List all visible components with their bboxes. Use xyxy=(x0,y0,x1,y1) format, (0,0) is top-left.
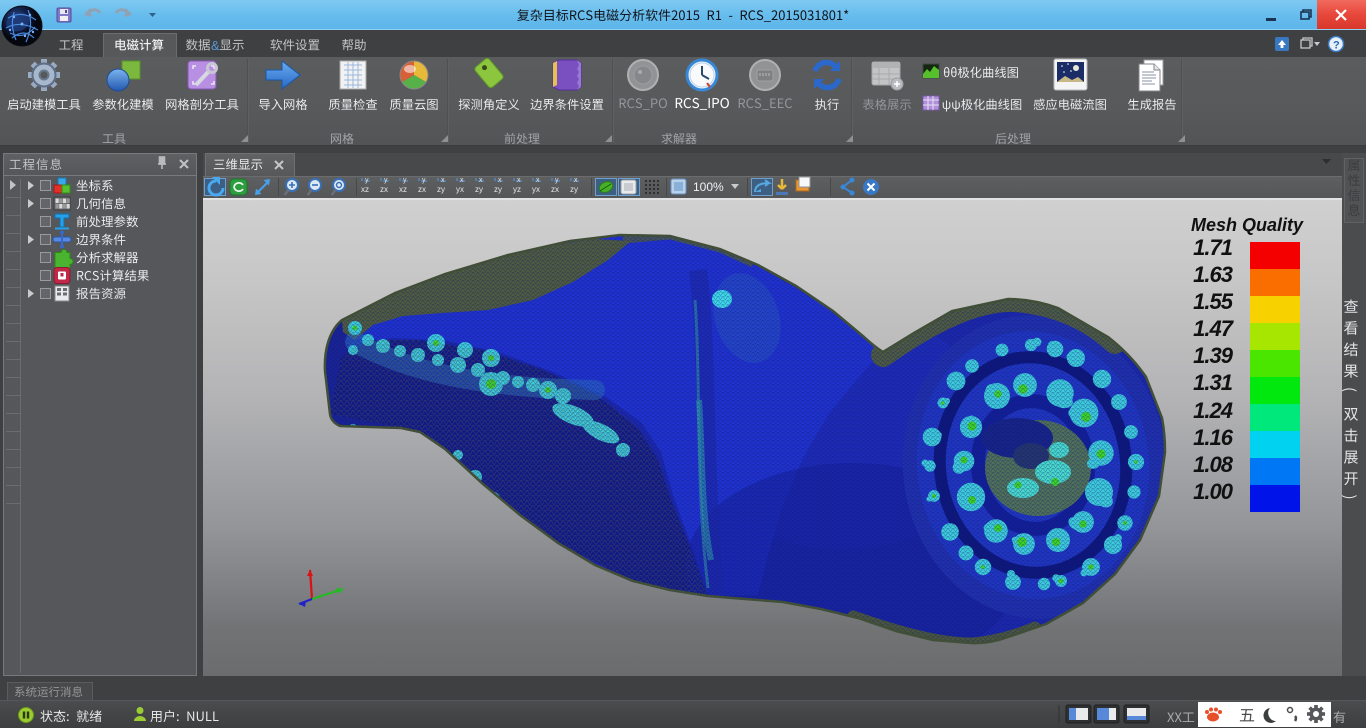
svg-text:100%: 100% xyxy=(693,180,724,194)
svg-text:zy: zy xyxy=(570,185,578,194)
svg-text:x: x xyxy=(441,177,445,184)
svg-text:zy: zy xyxy=(475,185,483,194)
svg-text:zy: zy xyxy=(494,185,502,194)
svg-text:yz: yz xyxy=(513,185,521,194)
svg-text:?: ? xyxy=(1333,40,1340,52)
svg-text:x: x xyxy=(460,177,464,184)
svg-text:x: x xyxy=(498,177,502,184)
svg-text:y: y xyxy=(384,177,388,184)
svg-text:y: y xyxy=(365,177,369,184)
svg-text:x: x xyxy=(574,177,578,184)
svg-text:&: & xyxy=(211,38,220,53)
svg-text:zx: zx xyxy=(380,185,388,194)
svg-text:zx: zx xyxy=(551,185,559,194)
svg-text:x: x xyxy=(517,177,521,184)
svg-text:zy: zy xyxy=(437,185,445,194)
svg-text:xz: xz xyxy=(361,185,369,194)
svg-text:xz: xz xyxy=(399,185,407,194)
svg-text:x: x xyxy=(479,177,483,184)
svg-text:y: y xyxy=(403,177,407,184)
svg-text:yx: yx xyxy=(456,185,464,194)
svg-text:y: y xyxy=(422,177,426,184)
svg-text:zx: zx xyxy=(418,185,426,194)
svg-text:x: x xyxy=(536,177,540,184)
svg-text:yx: yx xyxy=(532,185,540,194)
svg-text:y: y xyxy=(555,177,559,184)
